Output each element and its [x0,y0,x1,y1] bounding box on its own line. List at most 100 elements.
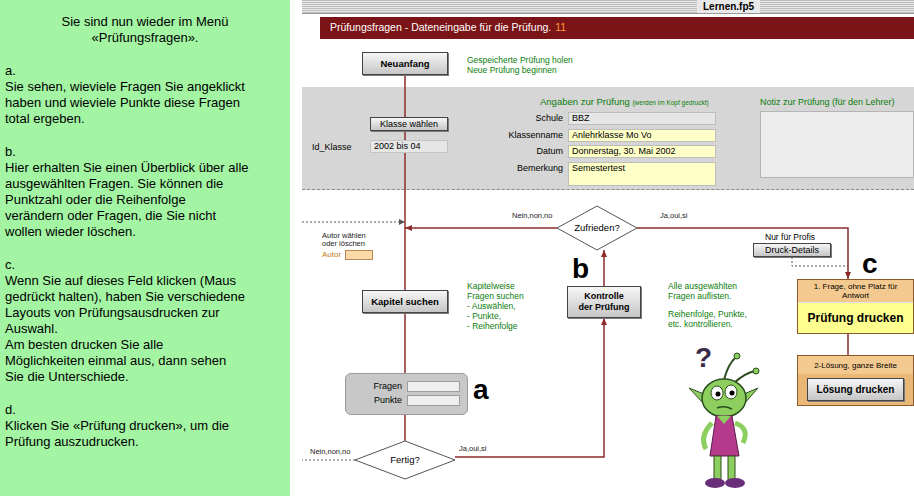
marker-c: c [862,250,878,278]
field-label: Schule [452,112,563,124]
teacher-note-heading: Notiz zur Prüfung (für den Lehrer) [760,96,895,110]
check-note: Reihenfolge, Punkte, [668,309,747,319]
step-line: ausgewählten Fragen. Sie können die [5,176,285,192]
step-letter: a. [5,63,285,79]
totals-box: Fragen Punkte [345,373,468,415]
totals-label: Punkte [350,395,402,406]
step-line: Klicken Sie «Prüfung drucken», um die [5,418,285,434]
title-bar: Lernen.fp5 [302,0,914,14]
print-exam-button[interactable]: Prüfung drucken [798,302,913,333]
step-line: gedrückt halten), haben Sie verschiedene [5,289,285,305]
pro-caption: Nur für Profis [765,232,815,242]
exam-field-row: Klassenname Anlehrklasse Mo Vo [452,129,718,142]
solution-button-wrap: Lösung drucken [798,374,913,405]
step-line: Sie sehen, wieviele Fragen Sie angeklick… [5,79,285,95]
check-notes-gap [668,301,747,309]
field-value[interactable]: Anlehrklasse Mo Vo [568,129,716,142]
satisfied-yes-label: Ja,oui,si [660,212,688,220]
check-note: Fragen auflisten. [668,291,747,301]
totals-field [407,395,460,406]
totals-row: Punkte [350,395,463,406]
solution-group: 2-Lösung, ganze Breite Lösung drucken [797,355,914,406]
field-value: BBZ [568,112,716,125]
step-letter: b. [5,144,285,160]
field-value[interactable]: Semestertest [568,162,716,186]
author-field[interactable] [345,250,373,260]
step-line: Layouts von Prüfungsausdrucken zur [5,305,285,321]
start-note: Neue Prüfung beginnen [467,65,573,75]
header-title: Prüfungsfragen - Dateneingabe für die Pr… [330,20,551,36]
class-id-label: Id_Klasse [312,141,352,153]
exam-field-row: Datum Donnerstag, 30. Mai 2002 [452,145,718,158]
title-line: «Prüfungsfragen». [5,30,285,46]
step-line: total ergeben. [5,111,285,127]
field-value[interactable]: Donnerstag, 30. Mai 2002 [568,145,716,158]
author-caption: Autor wählenoder löschen [322,232,366,248]
marker-a: a [473,376,489,404]
exam-fields: Schule BBZ Klassenname Anlehrklasse Mo Vo Da… [452,112,718,189]
totals-label: Fragen [350,381,402,392]
start-note: Gespeicherte Prüfung holen [467,55,573,65]
instruction-step: c.Wenn Sie auf dieses Feld klicken (Maus… [5,257,285,385]
start-notes: Gespeicherte Prüfung holenNeue Prüfung b… [467,55,573,75]
window-title: Lernen.fp5 [697,0,760,13]
exam-field-row: BemerkungSemestertest [452,162,718,186]
step-line: haben und wieviele Punkte diese Fragen [5,95,285,111]
step-letter: c. [5,257,285,273]
satisfied-question: Zufrieden? [557,222,637,233]
check-exam-button[interactable]: Kontrolle der Prüfung [567,286,641,318]
totals-row: Fragen [350,381,463,392]
step-line: Wenn Sie auf dieses Feld klicken (Maus [5,273,285,289]
author-row: Autor [322,250,373,260]
step-line: Möglichkeiten einmal aus, dann sehen [5,353,285,369]
check-notes: Alle ausgewähltenFragen auflisten. Reihen… [668,281,747,329]
step-line: Auswahl. [5,321,285,337]
chapter-note: Kapitelweise [467,281,524,291]
done-no-label: Nein,non,no [310,448,350,456]
instructions-panel: Sie sind nun wieder im Menü«Prüfungsfrag… [0,0,290,496]
question-mark: ? [695,344,712,372]
step-line: verändern oder Fragen, die Sie nicht [5,208,285,224]
step-line: Sie die Unterschiede. [5,369,285,385]
layout-one-option[interactable]: 1. Frage, ohne Platz für Antwort [798,280,913,302]
step-line: wollen wieder löschen. [5,224,285,240]
class-id-value: 2002 bis 04 [370,140,448,153]
totals-field [407,381,460,392]
done-question: Fertig? [355,454,455,465]
step-line: Punktzahl oder die Reihenfolge [5,192,285,208]
chapter-note: - Reihenfolge [467,321,524,331]
author-caption-line: Autor wählen [322,232,366,240]
exam-info-heading: Angaben zur Prüfung (werden im Kopf gedr… [540,95,709,109]
chapter-note: - Punkte, [467,311,524,321]
field-label: Datum [452,145,563,157]
print-solution-button[interactable]: Lösung drucken [807,378,904,401]
title-line: Sie sind nun wieder im Menü [5,14,285,30]
check-note: Alle ausgewählten [668,281,747,291]
new-start-button[interactable]: Neuanfang [362,52,448,75]
instruction-step: d.Klicken Sie «Prüfung drucken», um dieP… [5,402,285,450]
chapter-search-button[interactable]: Kapitel suchen [362,290,448,313]
alien-icon [662,348,767,493]
exam-info-note: (werden im Kopf gedruckt) [632,99,708,106]
author-label: Autor [322,250,341,260]
instruction-step: b.Hier erhalten Sie einen Überblick über… [5,144,285,240]
app-window: Lernen.fp5 Prüfungsfragen - Dateneingabe … [302,0,914,496]
chapter-note: - Auswählen, [467,301,524,311]
satisfied-no-label: Nein,non,no [512,212,552,220]
instructions-title: Sie sind nun wieder im Menü«Prüfungsfrag… [5,14,285,46]
layout-two-option[interactable]: 2-Lösung, ganze Breite [798,356,913,374]
check-note: etc. kontrollieren. [668,319,747,329]
question-count: 11 [555,20,566,36]
marker-b: b [572,255,589,283]
step-line: Prüfung auszudrucken. [5,434,285,450]
class-select-button[interactable]: Klasse wählen [370,117,448,131]
instruction-step: a.Sie sehen, wieviele Fragen Sie angekli… [5,63,285,127]
print-details-button[interactable]: Druck-Details [753,243,831,257]
field-label: Klassenname [452,129,563,141]
author-caption-line: oder löschen [322,240,366,248]
header-bar: Prüfungsfragen - Dateneingabe für die Pr… [320,17,914,39]
page: Sie sind nun wieder im Menü«Prüfungsfrag… [0,0,914,496]
step-line: Hier erhalten Sie einen Überblick über a… [5,160,285,176]
chapter-note: Fragen suchen [467,291,524,301]
teacher-note-field[interactable] [760,111,914,178]
